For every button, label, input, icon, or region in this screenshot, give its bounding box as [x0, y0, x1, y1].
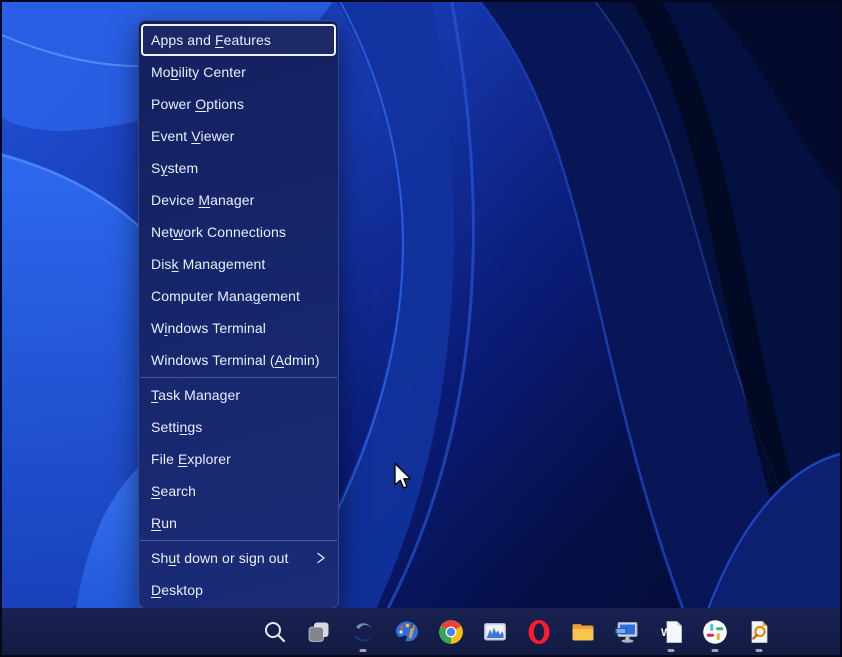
menu-item-label: Disk Management	[151, 256, 265, 272]
svg-text:W: W	[661, 627, 672, 639]
search-icon	[262, 619, 288, 645]
taskbar-task-manager-button[interactable]	[482, 610, 508, 654]
menu-item-label: System	[151, 160, 198, 176]
menu-item-settings[interactable]: Settings	[141, 411, 336, 443]
paint-icon	[394, 619, 420, 645]
menu-item-mobility-center[interactable]: Mobility Center	[141, 56, 336, 88]
taskbar-paint-button[interactable]	[394, 610, 420, 654]
menu-item-task-manager[interactable]: Task Manager	[141, 379, 336, 411]
menu-item-windows-terminal-admin[interactable]: Windows Terminal (Admin)	[141, 344, 336, 376]
start-icon	[218, 619, 244, 645]
word-icon: W	[658, 619, 684, 645]
computer-icon	[614, 619, 640, 645]
menu-item-label: Computer Management	[151, 288, 300, 304]
running-indicator	[756, 649, 763, 652]
menu-item-event-viewer[interactable]: Event Viewer	[141, 120, 336, 152]
menu-item-run[interactable]: Run	[141, 507, 336, 539]
menu-item-label: Shut down or sign out	[151, 550, 289, 566]
taskbar-word-button[interactable]: W	[658, 610, 684, 654]
menu-item-label: Run	[151, 515, 177, 531]
menu-item-label: Device Manager	[151, 192, 254, 208]
taskbar: W	[0, 608, 842, 655]
menu-item-disk-management[interactable]: Disk Management	[141, 248, 336, 280]
menu-item-label: Desktop	[151, 582, 203, 598]
taskbar-slack-button[interactable]	[702, 610, 728, 654]
menu-item-label: Settings	[151, 419, 202, 435]
file-explorer-icon	[570, 619, 596, 645]
chrome-icon	[438, 619, 464, 645]
menu-item-apps-and-features[interactable]: Apps and Features	[141, 24, 336, 56]
running-indicator	[360, 649, 367, 652]
wallpaper-bloom	[0, 0, 842, 657]
menu-item-network-connections[interactable]: Network Connections	[141, 216, 336, 248]
slack-icon	[702, 619, 728, 645]
menu-separator	[140, 377, 337, 378]
menu-item-label: Windows Terminal (Admin)	[151, 352, 320, 368]
menu-separator	[140, 540, 337, 541]
menu-item-power-options[interactable]: Power Options	[141, 88, 336, 120]
menu-item-label: Task Manager	[151, 387, 240, 403]
menu-item-device-manager[interactable]: Device Manager	[141, 184, 336, 216]
running-indicator	[668, 649, 675, 652]
taskbar-opera-button[interactable]	[526, 610, 552, 654]
menu-item-desktop[interactable]: Desktop	[141, 574, 336, 606]
taskbar-search-button[interactable]	[262, 610, 288, 654]
task-manager-icon	[482, 619, 508, 645]
submenu-chevron-icon	[316, 551, 326, 565]
taskbar-edge-button[interactable]	[350, 610, 376, 654]
menu-item-label: Power Options	[151, 96, 244, 112]
menu-item-system[interactable]: System	[141, 152, 336, 184]
running-indicator	[712, 649, 719, 652]
taskbar-start-button[interactable]	[218, 610, 244, 654]
menu-item-label: Mobility Center	[151, 64, 246, 80]
menu-item-computer-management[interactable]: Computer Management	[141, 280, 336, 312]
taskbar-task-view-button[interactable]	[306, 610, 332, 654]
menu-item-file-explorer[interactable]: File Explorer	[141, 443, 336, 475]
file-search-icon	[746, 619, 772, 645]
menu-item-label: Event Viewer	[151, 128, 234, 144]
menu-item-label: Search	[151, 483, 196, 499]
menu-item-label: Network Connections	[151, 224, 286, 240]
menu-item-windows-terminal[interactable]: Windows Terminal	[141, 312, 336, 344]
taskbar-computer-button[interactable]	[614, 610, 640, 654]
edge-icon	[350, 619, 376, 645]
task-view-icon	[306, 619, 332, 645]
taskbar-chrome-button[interactable]	[438, 610, 464, 654]
desktop-screen: W Apps and Features Mobility Center Power …	[0, 0, 842, 657]
opera-icon	[526, 619, 552, 645]
menu-item-shut-down-or-sign-out[interactable]: Shut down or sign out	[141, 542, 336, 574]
menu-item-search[interactable]: Search	[141, 475, 336, 507]
taskbar-file-explorer-button[interactable]	[570, 610, 596, 654]
menu-item-label: Apps and Features	[151, 32, 271, 48]
submenu-chevron-icon	[316, 551, 326, 565]
menu-item-label: File Explorer	[151, 451, 231, 467]
taskbar-file-search-button[interactable]	[746, 610, 772, 654]
winx-menu: Apps and Features Mobility Center Power Op…	[138, 20, 339, 609]
menu-item-label: Windows Terminal	[151, 320, 266, 336]
